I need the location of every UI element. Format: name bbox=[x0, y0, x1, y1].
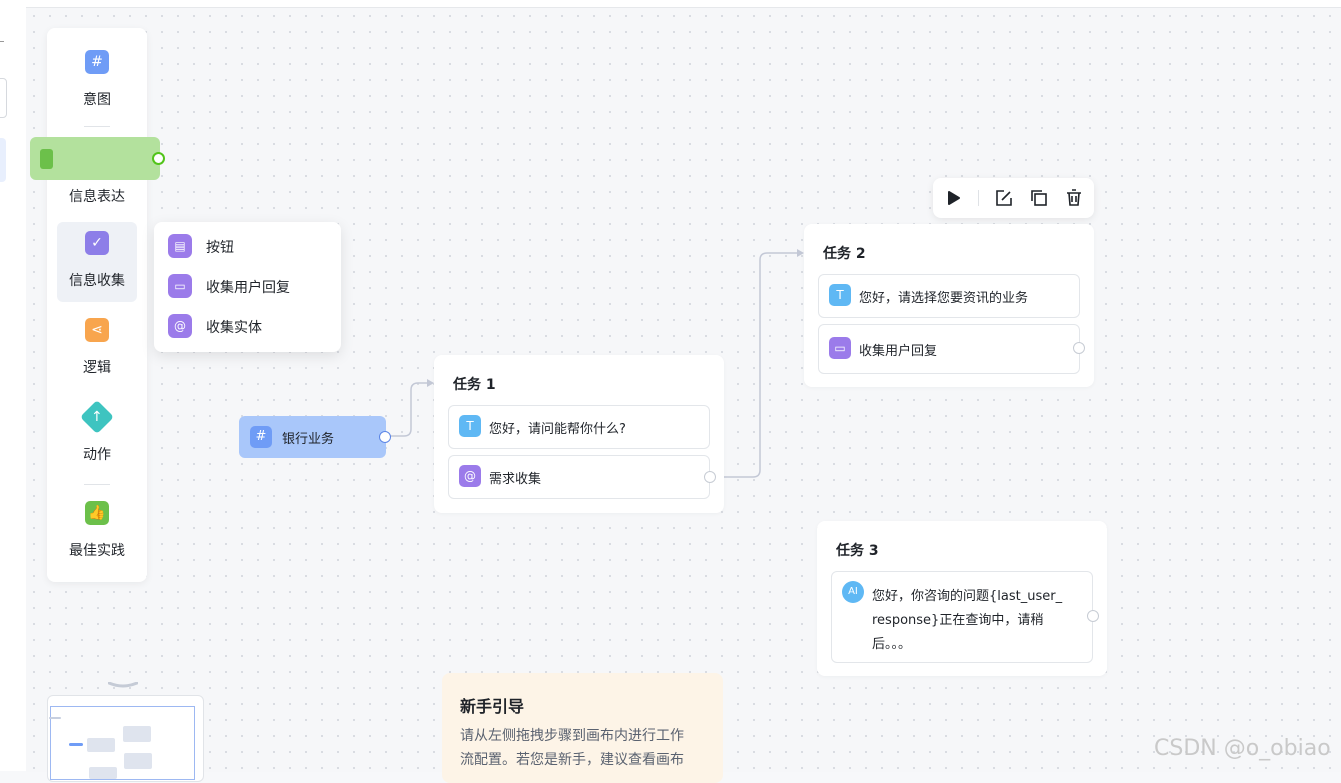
divider bbox=[84, 484, 110, 485]
step-palette: # 意图 信息表达 ✓ 信息收集 ⋖ 逻辑 ↑ 动作 👍 最佳实践 bbox=[47, 28, 147, 582]
task-1-output-port[interactable] bbox=[704, 471, 716, 483]
task-title: 任务 1 bbox=[453, 377, 496, 393]
palette-label: 信息收集 bbox=[69, 273, 125, 289]
text-icon: T bbox=[459, 415, 481, 437]
palette-label: 逻辑 bbox=[83, 360, 111, 376]
at-icon: @ bbox=[168, 314, 192, 338]
task-2-card[interactable]: 任务 2 T 您好，请选择您要资讯的业务 ▭ 收集用户回复 bbox=[804, 224, 1094, 387]
step-line: response}正在查询中，请稍 bbox=[872, 613, 1044, 628]
text-icon: T bbox=[829, 284, 851, 306]
task-1-step-message[interactable]: T 您好，请问能帮你什么? bbox=[448, 405, 710, 449]
step-line: 后。。。 bbox=[872, 637, 912, 652]
arrow-task1 bbox=[427, 379, 434, 387]
hash-icon: # bbox=[85, 50, 109, 74]
arrow-task2 bbox=[797, 249, 804, 257]
folder-check-icon: ✓ bbox=[85, 231, 109, 255]
submenu-label: 收集用户回复 bbox=[206, 280, 290, 296]
minimap-node bbox=[49, 717, 61, 719]
node-icon bbox=[40, 149, 53, 169]
task-2-step-message[interactable]: T 您好，请选择您要资讯的业务 bbox=[818, 274, 1080, 318]
connector-trigger-task1 bbox=[389, 382, 428, 437]
minimap-viewport[interactable] bbox=[49, 706, 195, 780]
palette-item-logic[interactable]: ⋖ 逻辑 bbox=[57, 309, 137, 389]
node-toolbar bbox=[933, 178, 1094, 218]
minimap-node bbox=[69, 743, 83, 746]
minimap-node bbox=[124, 753, 152, 769]
task-3-card[interactable]: 任务 3 AI 您好，你咨询的问题{last_user_ response}正在… bbox=[817, 521, 1107, 676]
minimap-node bbox=[123, 726, 151, 742]
intent-trigger-node[interactable]: # 银行业务 bbox=[239, 416, 386, 458]
palette-item-best-practice[interactable]: 👍 最佳实践 bbox=[57, 492, 137, 572]
guide-line: 请从左侧拖拽步骤到画布内进行工作 bbox=[460, 728, 684, 744]
step-text: 收集用户回复 bbox=[859, 344, 938, 359]
submenu-item-button[interactable]: ▤ 按钮 bbox=[168, 231, 333, 261]
step-line: 您好，你咨询的问题{last_user_ bbox=[872, 589, 1063, 604]
palette-label: 最佳实践 bbox=[69, 543, 125, 559]
toolbar-divider bbox=[978, 190, 979, 206]
watermark: CSDN @o_obiao bbox=[1154, 736, 1331, 761]
trigger-label: 银行业务 bbox=[282, 432, 335, 447]
step-text: 您好，请问能帮你什么? bbox=[489, 422, 626, 437]
palette-item-collect[interactable]: ✓ 信息收集 bbox=[57, 222, 137, 302]
guide-line: 流配置。若您是新手，建议查看画布 bbox=[460, 752, 684, 768]
reply-form-icon: ▭ bbox=[829, 337, 851, 359]
task-2-output-port[interactable] bbox=[1073, 342, 1085, 354]
task-3-step-message[interactable]: AI 您好，你咨询的问题{last_user_ response}正在查询中，请… bbox=[831, 571, 1093, 663]
collapsed-node[interactable] bbox=[30, 137, 160, 180]
minimap[interactable] bbox=[47, 695, 204, 782]
reply-form-icon: ▭ bbox=[168, 274, 192, 298]
step-text: 需求收集 bbox=[489, 472, 542, 487]
trigger-output-port[interactable] bbox=[379, 431, 391, 443]
at-icon: @ bbox=[459, 465, 481, 487]
palette-item-intent[interactable]: # 意图 bbox=[57, 41, 137, 121]
copy-icon[interactable] bbox=[1027, 186, 1051, 210]
minimap-toggle-handle[interactable] bbox=[108, 682, 138, 688]
palette-item-action[interactable]: ↑ 动作 bbox=[57, 396, 137, 476]
minimap-node bbox=[89, 767, 117, 779]
divider bbox=[84, 126, 110, 127]
edit-icon[interactable] bbox=[992, 186, 1016, 210]
play-icon[interactable] bbox=[942, 186, 966, 210]
hash-icon: # bbox=[250, 426, 272, 448]
collapsed-node-port[interactable] bbox=[152, 152, 165, 165]
palette-label: 信息表达 bbox=[69, 189, 125, 205]
ai-icon: AI bbox=[842, 581, 864, 603]
step-text: 您好，请选择您要资讯的业务 bbox=[859, 291, 1029, 306]
task-1-step-collect[interactable]: @ 需求收集 bbox=[448, 455, 710, 499]
submenu-item-collect-entity[interactable]: @ 收集实体 bbox=[168, 311, 333, 341]
submenu-label: 收集实体 bbox=[206, 320, 262, 336]
task-3-output-port[interactable] bbox=[1087, 610, 1099, 622]
connector-task1-task2 bbox=[715, 252, 798, 478]
task-2-step-collect[interactable]: ▭ 收集用户回复 bbox=[818, 324, 1080, 374]
button-icon: ▤ bbox=[168, 234, 192, 258]
palette-label: 动作 bbox=[83, 447, 111, 463]
palette-label: 意图 bbox=[83, 92, 111, 108]
minimap-node bbox=[87, 738, 115, 752]
task-title: 任务 3 bbox=[836, 543, 879, 559]
collect-submenu: ▤ 按钮 ▭ 收集用户回复 @ 收集实体 bbox=[154, 222, 341, 352]
task-title: 任务 2 bbox=[823, 246, 866, 262]
submenu-item-collect-reply[interactable]: ▭ 收集用户回复 bbox=[168, 271, 333, 301]
guide-title: 新手引导 bbox=[460, 697, 525, 716]
action-icon: ↑ bbox=[80, 400, 114, 434]
thumbs-up-icon: 👍 bbox=[85, 501, 109, 525]
guide-body: 请从左侧拖拽步骤到画布内进行工作 流配置。若您是新手，建议查看画布 bbox=[460, 724, 710, 772]
delete-icon[interactable] bbox=[1062, 186, 1086, 210]
submenu-label: 按钮 bbox=[206, 240, 234, 256]
beginner-guide-card: 新手引导 请从左侧拖拽步骤到画布内进行工作 流配置。若您是新手，建议查看画布 bbox=[442, 673, 723, 783]
branch-icon: ⋖ bbox=[85, 318, 109, 342]
task-1-card[interactable]: 任务 1 T 您好，请问能帮你什么? @ 需求收集 bbox=[434, 355, 724, 513]
step-text-block: 您好，你咨询的问题{last_user_ response}正在查询中，请稍 后… bbox=[872, 585, 1062, 657]
